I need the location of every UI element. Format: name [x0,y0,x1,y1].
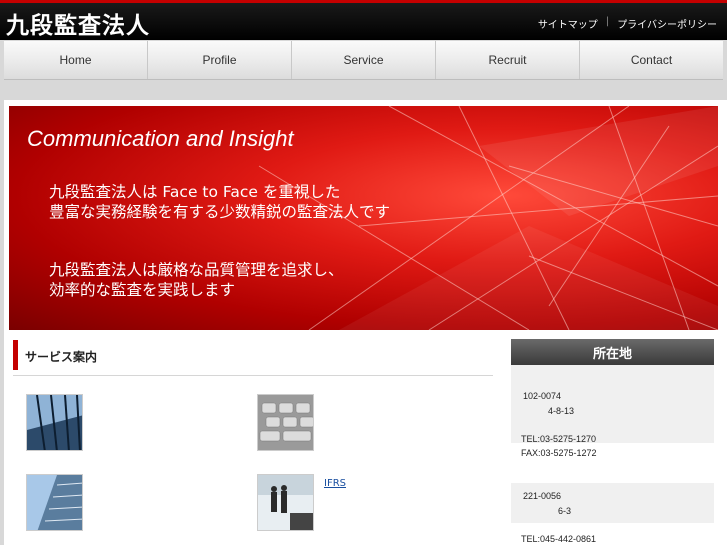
service-section-header: サービス案内 [13,340,493,376]
keyboard-thumbnail[interactable] [257,394,314,451]
location-header: 所在地 [511,339,714,365]
service-item[interactable] [257,394,324,451]
hero-banner: Communication and Insight 九段監査法人は Face t… [9,106,718,330]
office1-address: 4-8-13 [548,406,575,416]
hero-message-2: 九段監査法人は厳格な品質管理を追求し、 効率的な監査を実践します [49,261,344,299]
office1-band [511,365,714,443]
office1-zip: 102-0074 [523,391,562,401]
office2-tel: TEL:045-442-0861 [521,534,597,544]
location-panel: 102-0074 4-8-13 TEL:03-5275-1270 FAX:03-… [511,365,714,545]
people-thumbnail[interactable] [257,474,314,531]
service-link-ifrs[interactable]: IFRS [324,478,346,531]
sitemap-link[interactable]: サイトマップ [538,16,598,31]
service-item[interactable]: IFRS [257,474,346,531]
service-section-title: サービス案内 [25,350,98,364]
hero-message-1: 九段監査法人は Face to Face を重視した 豊富な実務経験を有する少数… [49,183,391,221]
service-item[interactable] [26,394,93,451]
link-separator: | [605,16,610,27]
site-logo[interactable]: 九段監査法人 [6,6,150,40]
section-accent-bar [13,340,18,370]
office1-fax: FAX:03-5275-1272 [521,448,597,458]
main-nav: Home Profile Service Recruit Contact [4,41,723,80]
header-links: サイトマップ | プライバシーポリシー [538,16,717,31]
hero-tagline: Communication and Insight [27,126,294,151]
nav-profile[interactable]: Profile [148,41,292,79]
building-thumbnail[interactable] [26,394,83,451]
nav-home[interactable]: Home [4,41,148,79]
office1-tel: TEL:03-5275-1270 [521,434,597,444]
top-header: 九段監査法人 サイトマップ | プライバシーポリシー [0,0,727,40]
tower-thumbnail[interactable] [26,474,83,531]
nav-service[interactable]: Service [292,41,436,79]
office2-band [511,483,714,523]
nav-contact[interactable]: Contact [580,41,723,79]
service-item[interactable] [26,474,93,531]
privacy-policy-link[interactable]: プライバシーポリシー [617,16,717,31]
office2-zip: 221-0056 [523,491,562,501]
office2-address: 6-3 [558,506,572,516]
nav-recruit[interactable]: Recruit [436,41,580,79]
